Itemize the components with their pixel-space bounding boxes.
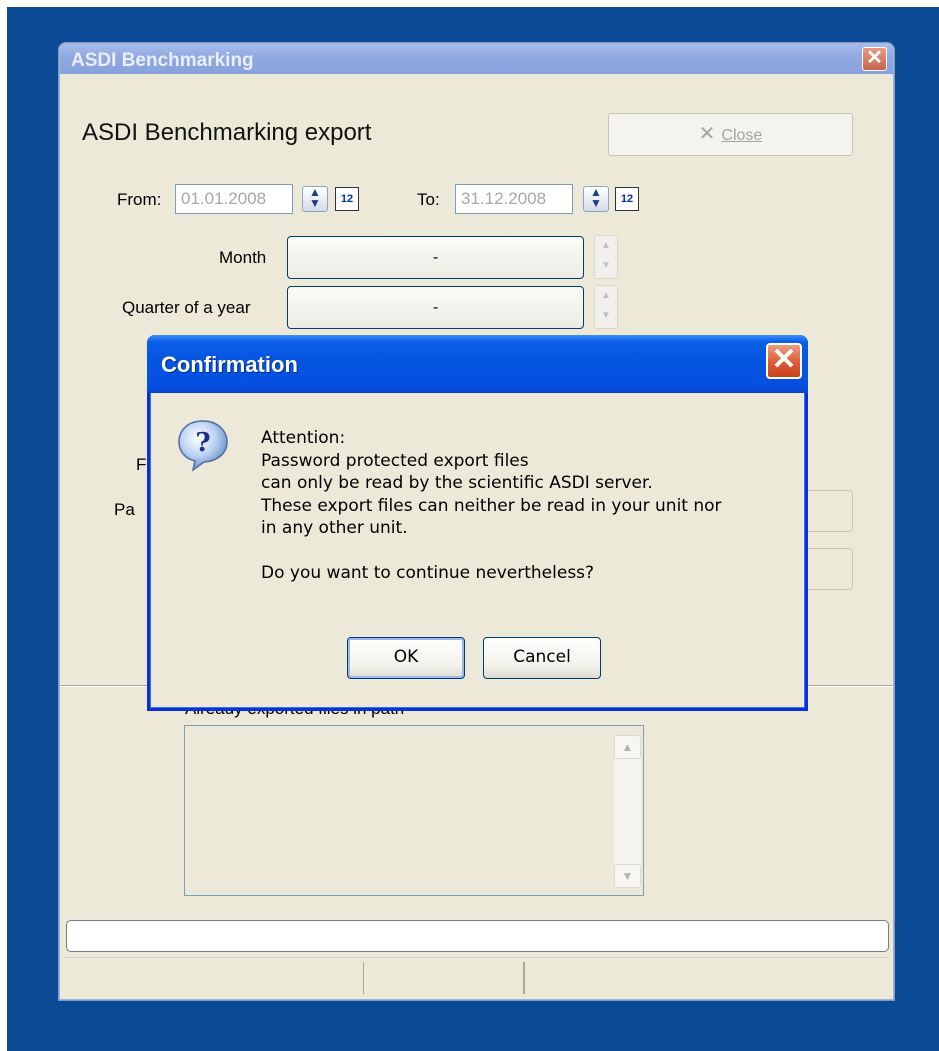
exported-files-list[interactable]: ▲ ▼	[184, 725, 644, 896]
spin-down-icon: ▼	[309, 196, 321, 210]
progress-bar	[66, 920, 889, 952]
close-button-label: Close	[721, 127, 763, 144]
status-cell	[524, 962, 886, 994]
scrollbar[interactable]: ▲ ▼	[614, 735, 641, 888]
from-date-input[interactable]: 01.01.2008	[175, 184, 293, 214]
cancel-button[interactable]: Cancel	[483, 637, 601, 679]
dialog-titlebar[interactable]: Confirmation ✕	[147, 335, 808, 393]
quarter-label: Quarter of a year	[122, 298, 251, 317]
message-line: These export files can neither be read i…	[261, 495, 722, 516]
dialog-close-button[interactable]: ✕	[766, 343, 802, 379]
month-selector[interactable]: -	[287, 236, 584, 279]
status-bar	[64, 957, 889, 997]
to-date-input[interactable]: 31.12.2008	[455, 184, 573, 214]
close-icon: ✕	[771, 343, 797, 376]
message-line: Attention:	[261, 428, 346, 448]
partial-label-f: F	[136, 455, 147, 474]
from-date-spinner[interactable]: ▲ ▼	[302, 186, 328, 212]
month-label: Month	[219, 248, 267, 267]
message-line	[261, 540, 791, 563]
close-icon: ✕	[866, 47, 883, 69]
question-icon: ?	[178, 420, 228, 472]
message-line: in any other unit.	[261, 518, 408, 538]
dialog-title: Confirmation	[161, 352, 298, 377]
message-line: can only be read by the scientific ASDI …	[261, 473, 653, 493]
close-button[interactable]: ✕ Close	[608, 113, 853, 156]
quarter-spinner[interactable]: ▲ ▼	[594, 285, 618, 329]
ok-button[interactable]: OK	[347, 637, 465, 679]
to-calendar-icon[interactable]: 12	[615, 187, 639, 211]
quarter-selector[interactable]: -	[287, 286, 584, 329]
partial-label-pa: Pa	[114, 500, 135, 519]
scroll-down-icon[interactable]: ▼	[614, 864, 641, 888]
main-window-title: ASDI Benchmarking	[71, 50, 254, 71]
svg-text:?: ?	[195, 428, 210, 458]
to-label: To:	[417, 190, 440, 209]
close-x-icon: ✕	[698, 123, 716, 145]
status-cell	[64, 962, 364, 994]
message-line: Password protected export files	[261, 450, 529, 471]
from-calendar-icon[interactable]: 12	[335, 187, 359, 211]
main-titlebar[interactable]: ASDI Benchmarking ✕	[60, 44, 893, 74]
to-date-spinner[interactable]: ▲ ▼	[583, 186, 609, 212]
confirmation-dialog: Confirmation ✕ ? Attention: Password pro…	[147, 335, 808, 711]
month-spinner[interactable]: ▲ ▼	[594, 235, 618, 279]
main-close-button[interactable]: ✕	[862, 47, 887, 71]
dialog-message: Attention: Password protected export fil…	[261, 427, 791, 585]
page-title: ASDI Benchmarking export	[82, 119, 372, 146]
from-label: From:	[117, 190, 162, 209]
spin-down-icon: ▼	[590, 196, 602, 210]
scroll-up-icon[interactable]: ▲	[614, 735, 641, 759]
status-cell	[364, 962, 524, 994]
message-line: Do you want to continue nevertheless?	[261, 563, 595, 583]
